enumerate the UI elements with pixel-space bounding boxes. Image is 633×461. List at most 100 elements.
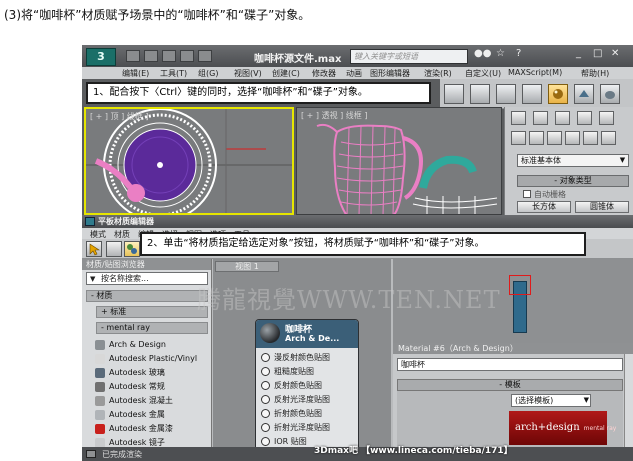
slot-socket-icon[interactable]	[261, 381, 270, 390]
new-file-icon[interactable]	[126, 50, 140, 62]
app-logo-icon[interactable]: 3	[86, 48, 116, 66]
shapes-icon[interactable]	[529, 131, 544, 145]
teapot-render-icon[interactable]	[600, 84, 620, 104]
geometry-icon[interactable]	[511, 131, 526, 145]
render-frame-icon[interactable]	[496, 84, 516, 104]
save-file-icon[interactable]	[162, 50, 176, 62]
node-input-slot[interactable]: 反射颜色贴图	[261, 380, 322, 391]
param-scrollbar[interactable]	[624, 354, 633, 447]
group-standard[interactable]: + 标准	[96, 306, 208, 318]
menu-maxscript[interactable]: MAXScript(M)	[508, 68, 562, 77]
box-button[interactable]: 长方体	[517, 201, 571, 213]
select-tool-icon[interactable]	[86, 241, 102, 257]
material-list-label: Autodesk 玻璃	[109, 368, 165, 377]
material-list-item[interactable]: Autodesk Plastic/Vinyl	[92, 352, 208, 365]
material-swatch-icon	[95, 424, 105, 434]
slot-socket-icon[interactable]	[261, 367, 270, 376]
template-rollout[interactable]: - 模板	[397, 379, 623, 391]
view-tab[interactable]: 视图 1	[215, 261, 279, 272]
navigator-panel[interactable]	[393, 259, 633, 343]
assign-material-icon[interactable]	[124, 241, 140, 257]
node-input-slot[interactable]: 粗糙度贴图	[261, 366, 314, 377]
window-title: 咖啡杯源文件.max	[254, 54, 342, 65]
checkbox-icon[interactable]	[523, 190, 531, 198]
chevron-down-icon[interactable]: ▼	[90, 274, 95, 285]
render-setup-icon[interactable]	[470, 84, 490, 104]
menu-create[interactable]: 创建(C)	[272, 68, 300, 79]
pick-material-icon[interactable]	[106, 241, 122, 257]
node-input-slot[interactable]: 折射颜色贴图	[261, 408, 322, 419]
menu-render[interactable]: 渲染(R)	[424, 68, 452, 79]
node-view[interactable]: 视图 1 咖啡杯 Arch & De... 漫反射颜色贴图 粗糙度贴图反射颜色贴图…	[213, 259, 391, 447]
spacewarps-icon[interactable]	[601, 131, 616, 145]
motion-tab-icon[interactable]	[577, 111, 592, 125]
slot-socket-icon[interactable]	[261, 395, 270, 404]
helpers-icon[interactable]	[583, 131, 598, 145]
plate-wireframe[interactable]	[86, 109, 292, 213]
create-tab-icon[interactable]	[511, 111, 526, 125]
cameras-icon[interactable]	[565, 131, 580, 145]
undo-icon[interactable]	[180, 50, 194, 62]
menu-view[interactable]: 视图(V)	[234, 68, 262, 79]
menu-modifiers[interactable]: 修改器	[312, 68, 336, 79]
modify-tab-icon[interactable]	[533, 111, 548, 125]
menu-edit[interactable]: 编辑(E)	[122, 68, 149, 79]
autogrid-checkbox[interactable]: 自动栅格	[523, 189, 566, 200]
lights-icon[interactable]	[547, 131, 562, 145]
search-input[interactable]: 键入关键字或短语	[350, 49, 468, 64]
slot-socket-icon[interactable]	[261, 409, 270, 418]
material-list-item[interactable]: Autodesk 常规	[92, 380, 208, 393]
slot-socket-icon[interactable]	[261, 353, 270, 362]
group-materials[interactable]: - 材质	[86, 290, 208, 302]
template-dropdown[interactable]: (选择模板) ▼	[511, 394, 591, 407]
node-input-slot[interactable]: IOR 贴图	[261, 436, 307, 447]
render-icon[interactable]	[574, 84, 594, 104]
material-list-item[interactable]: Autodesk 镜子	[92, 436, 208, 447]
material-name-input[interactable]: 咖啡杯	[397, 358, 623, 371]
menu-tools[interactable]: 工具(T)	[160, 68, 187, 79]
browser-search-input[interactable]: ▼ 按名称搜索...	[86, 272, 208, 285]
cone-button[interactable]: 圆锥体	[575, 201, 629, 213]
schematic-icon[interactable]	[522, 84, 542, 104]
snap-icon[interactable]	[444, 84, 464, 104]
menu-animation[interactable]: 动画	[346, 68, 362, 79]
menu-group[interactable]: 组(G)	[198, 68, 218, 79]
hierarchy-tab-icon[interactable]	[555, 111, 570, 125]
binoculars-icon[interactable]: ●●	[474, 48, 491, 59]
node-input-slot[interactable]: 漫反射颜色贴图	[261, 352, 330, 363]
slot-socket-icon[interactable]	[261, 423, 270, 432]
navigator-view-frame[interactable]	[509, 275, 531, 295]
viewport-persp-label[interactable]: [ + ] 透视 ] 线框 ]	[301, 110, 367, 121]
star-icon[interactable]: ☆	[496, 48, 505, 59]
material-list-item[interactable]: Autodesk 金属漆	[92, 422, 208, 435]
viewport-perspective[interactable]: [ + ] 透视 ] 线框 ]	[296, 107, 502, 215]
maximize-icon[interactable]: □	[593, 48, 602, 59]
slot-socket-icon[interactable]	[261, 437, 270, 446]
display-tab-icon[interactable]	[599, 111, 614, 125]
node-input-slot[interactable]: 反射光泽度贴图	[261, 394, 330, 405]
help-icon[interactable]: ?	[516, 48, 521, 59]
material-list-label: Autodesk 混凝土	[109, 396, 173, 405]
material-list-item[interactable]: Autodesk 金属	[92, 408, 208, 421]
primitive-type-dropdown[interactable]: 标准基本体 ▼	[517, 154, 629, 167]
redo-icon[interactable]	[198, 50, 212, 62]
minimize-icon[interactable]: _	[576, 48, 581, 59]
menu-graph[interactable]: 图形编辑器	[370, 68, 410, 79]
menu-help[interactable]: 帮助(H)	[581, 68, 609, 79]
open-file-icon[interactable]	[144, 50, 158, 62]
material-list-item[interactable]: Arch & Design	[92, 338, 208, 351]
material-list-item[interactable]: Autodesk 混凝土	[92, 394, 208, 407]
viewport-top[interactable]: [ + ] 顶 ] 线框 ]	[84, 107, 294, 215]
node-input-slot[interactable]: 折射光泽度贴图	[261, 422, 330, 433]
menu-customize[interactable]: 自定义(U)	[465, 68, 501, 79]
group-mental-ray[interactable]: - mental ray	[96, 322, 208, 334]
material-list-item[interactable]: Autodesk 玻璃	[92, 366, 208, 379]
material-editor-icon[interactable]	[548, 84, 568, 104]
jug-wireframe[interactable]	[297, 108, 502, 215]
node-header[interactable]: 咖啡杯 Arch & De...	[256, 320, 358, 348]
material-node[interactable]: 咖啡杯 Arch & De... 漫反射颜色贴图 粗糙度贴图反射颜色贴图 反射光泽度…	[255, 319, 359, 447]
viewport-top-label[interactable]: [ + ] 顶 ] 线框 ]	[90, 111, 148, 122]
object-type-rollout[interactable]: - 对象类型	[517, 175, 629, 187]
material-list-label: Autodesk 金属漆	[109, 424, 173, 433]
close-icon[interactable]: ✕	[611, 48, 619, 59]
